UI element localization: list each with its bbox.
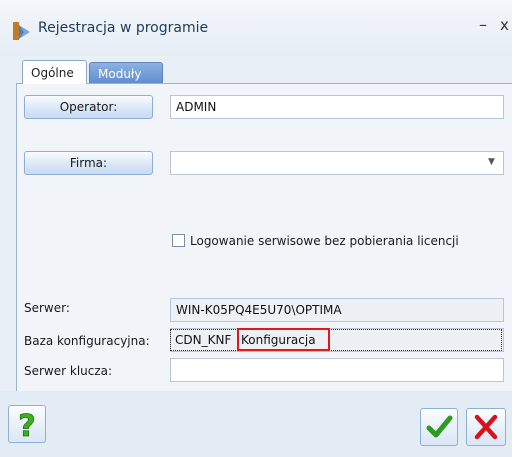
serwer-field[interactable]: WIN-K05PQ4E5U70\OPTIMA [170, 298, 504, 322]
minimize-button[interactable]: – [474, 15, 492, 35]
chevron-down-icon[interactable]: ▼ [488, 157, 495, 167]
checkmark-icon [426, 415, 453, 438]
serwer-klucza-label: Serwer klucza: [24, 364, 113, 378]
firma-select[interactable] [170, 151, 504, 175]
registration-window: Rejestracja w programie – x Ogólne Moduł… [0, 0, 512, 457]
serwer-klucza-field[interactable] [170, 358, 504, 382]
confirm-button[interactable] [420, 408, 458, 446]
operator-button[interactable]: Operator: [24, 95, 153, 119]
close-button[interactable]: x [500, 15, 512, 35]
help-button[interactable]: ? [8, 405, 46, 445]
service-login-label[interactable]: Logowanie serwisowe bez pobierania licen… [190, 234, 459, 248]
focus-rectangle [170, 329, 502, 351]
cross-icon [474, 414, 498, 440]
firma-button-label: Firma: [69, 156, 108, 170]
baza-label: Baza konfiguracyjna: [24, 334, 150, 348]
highlight-annotation [237, 328, 330, 351]
firma-button[interactable]: Firma: [24, 151, 153, 175]
service-login-checkbox[interactable] [172, 234, 185, 247]
serwer-label: Serwer: [24, 301, 70, 315]
title-bar[interactable]: Rejestracja w programie – x [0, 0, 512, 56]
operator-field[interactable]: ADMIN [170, 95, 504, 119]
cancel-button[interactable] [466, 408, 506, 446]
app-logo-icon [13, 22, 30, 40]
svg-text:?: ? [18, 409, 35, 442]
operator-button-label: Operator: [59, 100, 118, 114]
tab-moduly[interactable]: Moduły [89, 62, 163, 84]
tab-ogolne[interactable]: Ogólne [22, 60, 87, 84]
question-mark-icon: ? [18, 409, 36, 445]
window-title: Rejestracja w programie [38, 20, 209, 36]
